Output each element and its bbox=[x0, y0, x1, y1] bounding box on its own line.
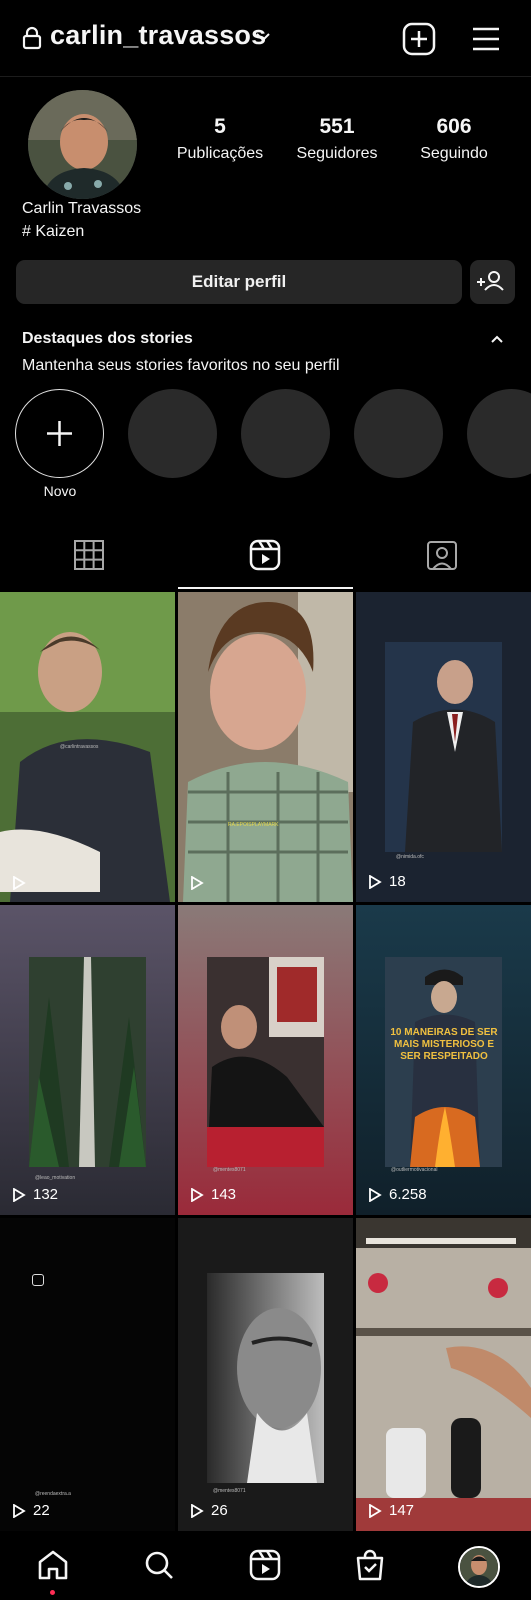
highlights-subtitle: Mantenha seus stories favoritos no seu p… bbox=[22, 357, 340, 374]
plus-square-icon[interactable] bbox=[402, 22, 436, 56]
notification-dot bbox=[50, 1590, 55, 1595]
following-label: Seguindo bbox=[420, 145, 488, 162]
reel-views: 6.258 bbox=[389, 1186, 427, 1203]
reel-caption: RA.EPOISPLAYMARK bbox=[228, 822, 279, 828]
reel-thumbnail[interactable]: @leao_motivation 132 bbox=[0, 905, 175, 1215]
reel-view-count: 132 bbox=[12, 1186, 58, 1203]
reel-view-count: 147 bbox=[368, 1502, 414, 1519]
play-icon bbox=[13, 1187, 26, 1202]
reels-badge-icon bbox=[32, 1274, 44, 1286]
highlight-placeholder bbox=[241, 389, 330, 478]
play-icon bbox=[191, 1187, 204, 1202]
reel-thumbnail[interactable]: @mentes8071 143 bbox=[178, 905, 353, 1215]
posts-label: Publicações bbox=[176, 145, 264, 162]
highlight-placeholder bbox=[467, 389, 531, 478]
reel-views: 143 bbox=[211, 1186, 237, 1203]
reel-caption: @carlintravassos bbox=[60, 744, 99, 750]
reel-thumbnail[interactable]: @mentes8071 26 bbox=[178, 1218, 353, 1531]
shopping-bag-icon[interactable] bbox=[353, 1548, 387, 1582]
reel-view-count bbox=[12, 876, 33, 890]
plus-icon bbox=[47, 421, 72, 446]
new-highlight-label: Novo bbox=[43, 483, 77, 499]
reel-caption: @leao_motivation bbox=[35, 1175, 76, 1181]
tab-reels[interactable] bbox=[248, 538, 282, 572]
play-icon bbox=[191, 1503, 204, 1518]
chevron-up-icon[interactable] bbox=[490, 334, 504, 344]
play-icon bbox=[369, 1187, 382, 1202]
profile-bio: # Kaizen bbox=[22, 223, 85, 240]
reel-views: 147 bbox=[389, 1502, 415, 1519]
profile-avatar[interactable] bbox=[458, 1546, 500, 1588]
home-icon[interactable] bbox=[36, 1548, 70, 1582]
followers-count: 551 bbox=[319, 115, 355, 138]
reel-caption: @mentes8071 bbox=[213, 1488, 246, 1494]
chevron-down-icon[interactable] bbox=[255, 30, 271, 44]
reel-thumbnail[interactable]: 10 MANEIRAS DE SER MAIS MISTERIOSO E SER… bbox=[356, 905, 531, 1215]
reel-overlay-text: 10 MANEIRAS DE SER MAIS MISTERIOSO E SER… bbox=[390, 1027, 498, 1062]
reel-views: 132 bbox=[33, 1186, 59, 1203]
discover-people-button[interactable] bbox=[470, 260, 515, 304]
reel-views: 26 bbox=[211, 1502, 228, 1519]
play-icon bbox=[13, 1503, 26, 1518]
reel-view-count: 26 bbox=[190, 1502, 228, 1519]
stat-following[interactable]: 606 Seguindo bbox=[399, 115, 509, 163]
reel-view-count: 6.258 bbox=[368, 1186, 427, 1203]
hamburger-menu-icon[interactable] bbox=[470, 23, 502, 55]
reel-view-count: 22 bbox=[12, 1502, 50, 1519]
reel-thumbnail[interactable]: @carlintravassos bbox=[0, 592, 175, 902]
stat-followers[interactable]: 551 Seguidores bbox=[282, 115, 392, 163]
following-count: 606 bbox=[436, 115, 472, 138]
tab-tagged[interactable] bbox=[425, 538, 459, 572]
posts-count: 5 bbox=[214, 115, 226, 138]
display-name: Carlin Travassos bbox=[22, 200, 142, 217]
account-username[interactable]: carlin_travassos bbox=[50, 20, 266, 51]
reel-caption: @mentes8071 bbox=[213, 1167, 246, 1173]
stat-posts[interactable]: 5 Publicações bbox=[165, 115, 275, 163]
new-highlight-button[interactable] bbox=[15, 389, 104, 478]
reel-caption: @nimida.ofc bbox=[396, 854, 424, 860]
reel-views: 18 bbox=[389, 873, 406, 890]
reel-caption: @outliermotivacional bbox=[391, 1167, 438, 1173]
highlights-title: Destaques dos stories bbox=[22, 330, 193, 347]
active-tab-indicator bbox=[178, 587, 353, 589]
reel-thumbnail[interactable]: 147 bbox=[356, 1218, 531, 1531]
reel-thumbnail[interactable]: @reendaextra.a 22 bbox=[0, 1218, 175, 1531]
reel-views: 22 bbox=[33, 1502, 50, 1519]
add-person-icon bbox=[477, 271, 504, 291]
tab-grid[interactable] bbox=[72, 538, 106, 572]
lock-icon bbox=[22, 26, 42, 50]
reel-caption: @reendaextra.a bbox=[35, 1491, 71, 1497]
play-icon bbox=[191, 876, 204, 890]
followers-label: Seguidores bbox=[296, 145, 378, 162]
reel-thumbnail[interactable]: @nimida.ofc 18 bbox=[356, 592, 531, 902]
reel-view-count bbox=[190, 876, 211, 890]
reel-view-count: 18 bbox=[368, 873, 406, 890]
edit-profile-button[interactable]: Editar perfil bbox=[16, 260, 462, 304]
play-icon bbox=[369, 874, 382, 889]
play-icon bbox=[369, 1503, 382, 1518]
highlight-placeholder bbox=[128, 389, 217, 478]
highlight-placeholder bbox=[354, 389, 443, 478]
reel-view-count: 143 bbox=[190, 1186, 236, 1203]
profile-avatar[interactable] bbox=[28, 90, 137, 199]
search-icon[interactable] bbox=[142, 1548, 176, 1582]
reel-thumbnail[interactable]: RA.EPOISPLAYMARK bbox=[178, 592, 353, 902]
reels-icon[interactable] bbox=[248, 1548, 282, 1582]
play-icon bbox=[13, 876, 26, 890]
